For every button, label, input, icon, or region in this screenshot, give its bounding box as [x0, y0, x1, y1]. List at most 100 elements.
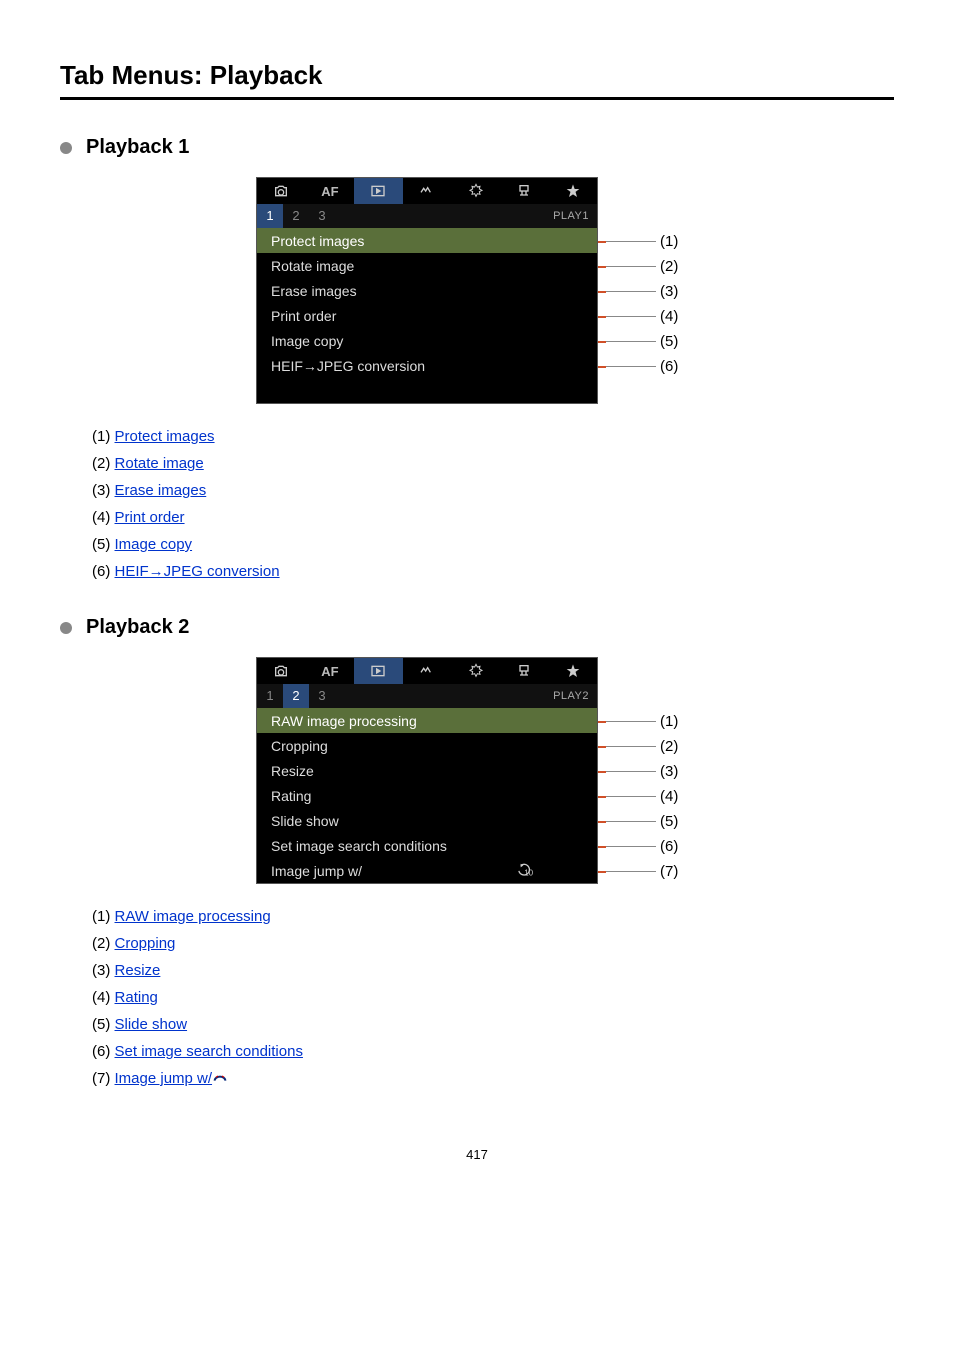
menu-item[interactable]: RAW image processing	[257, 708, 597, 733]
menu-item[interactable]: Set image search conditions	[257, 833, 597, 858]
callout: (1)	[598, 709, 678, 734]
cross-ref-link[interactable]: Cropping	[115, 935, 176, 952]
callout-column: (1)(2)(3)(4)(5)(6)	[598, 177, 698, 404]
list-item: (5) Image copy	[92, 536, 894, 553]
cross-ref-link[interactable]: Image copy	[115, 536, 193, 553]
callout-column: (1)(2)(3)(4)(5)(6)(7)	[598, 657, 698, 884]
menu-item-label: Set image search conditions	[271, 839, 447, 853]
link-number: (4)	[92, 509, 110, 526]
callout: (4)	[598, 304, 678, 329]
subpage-tab-3[interactable]: 3	[309, 204, 335, 228]
cross-ref-link[interactable]: HEIF→JPEG conversion	[115, 563, 280, 580]
cross-ref-link[interactable]: Print order	[115, 509, 185, 526]
cross-ref-link[interactable]: Rating	[115, 989, 158, 1006]
list-item: (3) Erase images	[92, 482, 894, 499]
top-tab-star[interactable]	[548, 658, 597, 684]
page-number: 417	[60, 1147, 894, 1162]
cross-ref-link[interactable]: Resize	[115, 962, 161, 979]
top-tab-playback[interactable]	[354, 178, 403, 204]
callout: (1)	[598, 229, 678, 254]
top-tab-setup[interactable]	[451, 178, 500, 204]
page-label: PLAY1	[553, 211, 589, 222]
callout: (4)	[598, 784, 678, 809]
menu-item-label: Rating	[271, 789, 311, 803]
callout: (5)	[598, 809, 678, 834]
menu-item[interactable]: Slide show	[257, 808, 597, 833]
callout: (6)	[598, 834, 678, 859]
cross-ref-link[interactable]: Image jump w/	[115, 1070, 229, 1087]
subpage-tab-3[interactable]: 3	[309, 684, 335, 708]
menu-item[interactable]: HEIF→JPEG conversion	[257, 353, 597, 378]
top-tab-star[interactable]	[548, 178, 597, 204]
list-item: (6) Set image search conditions	[92, 1043, 894, 1060]
menu-item-label: Image copy	[271, 334, 343, 348]
top-tab-camera[interactable]	[257, 178, 306, 204]
subpage-tab-1[interactable]: 1	[257, 684, 283, 708]
list-item: (1) RAW image processing	[92, 908, 894, 925]
camera-menu-screenshot: AF 123 PLAY2 RAW image processing Cropping Re…	[256, 657, 598, 884]
callout: (3)	[598, 759, 678, 784]
subpage-tab-2[interactable]: 2	[283, 684, 309, 708]
menu-item-label: Print order	[271, 309, 336, 323]
list-item: (3) Resize	[92, 962, 894, 979]
callout: (5)	[598, 329, 678, 354]
top-tab-setup[interactable]	[451, 658, 500, 684]
link-list: (1) RAW image processing (2) Cropping (3) …	[92, 908, 894, 1087]
list-item: (7) Image jump w/	[92, 1070, 894, 1087]
svg-text:10: 10	[524, 868, 533, 877]
menu-item-label: HEIF→JPEG conversion	[271, 359, 425, 373]
top-tab-playback[interactable]	[354, 658, 403, 684]
top-tab-camera[interactable]	[257, 658, 306, 684]
cross-ref-link[interactable]: Erase images	[115, 482, 207, 499]
menu-item[interactable]: Cropping	[257, 733, 597, 758]
list-item: (2) Cropping	[92, 935, 894, 952]
page-label: PLAY2	[553, 691, 589, 702]
list-item: (4) Rating	[92, 989, 894, 1006]
cross-ref-link[interactable]: Protect images	[115, 428, 215, 445]
top-tab-wireless[interactable]	[403, 658, 452, 684]
menu-item-label: Slide show	[271, 814, 339, 828]
top-tab-wireless[interactable]	[403, 178, 452, 204]
menu-item-label: Protect images	[271, 234, 364, 248]
top-tab-custom[interactable]	[500, 658, 549, 684]
top-tab-custom[interactable]	[500, 178, 549, 204]
list-item: (6) HEIF→JPEG conversion	[92, 563, 894, 580]
bullet-icon	[60, 142, 72, 154]
menu-item[interactable]: Erase images	[257, 278, 597, 303]
section-heading: Playback 1	[60, 136, 894, 159]
cross-ref-link[interactable]: Set image search conditions	[115, 1043, 303, 1060]
cross-ref-link[interactable]: Rotate image	[115, 455, 204, 472]
list-item: (4) Print order	[92, 509, 894, 526]
main-dial-icon	[212, 1070, 228, 1087]
menu-item-label: Image jump w/	[271, 864, 362, 878]
menu-item-label: Resize	[271, 764, 314, 778]
callout: (7)	[598, 859, 678, 884]
menu-item-value-icon: 10	[515, 862, 537, 880]
subpage-tab-1[interactable]: 1	[257, 204, 283, 228]
menu-item[interactable]: Image jump w/10	[257, 858, 597, 883]
section-title: Playback 1	[86, 136, 189, 159]
cross-ref-link[interactable]: RAW image processing	[115, 908, 271, 925]
menu-item[interactable]: Resize	[257, 758, 597, 783]
menu-item-empty	[257, 378, 597, 403]
menu-item-label: Erase images	[271, 284, 357, 298]
section-title: Playback 2	[86, 616, 189, 639]
link-number: (7)	[92, 1070, 110, 1087]
top-tab-AF[interactable]: AF	[306, 658, 355, 684]
menu-item[interactable]: Rating	[257, 783, 597, 808]
menu-item-label: RAW image processing	[271, 714, 417, 728]
list-item: (2) Rotate image	[92, 455, 894, 472]
subpage-tab-2[interactable]: 2	[283, 204, 309, 228]
menu-item[interactable]: Rotate image	[257, 253, 597, 278]
menu-item[interactable]: Image copy	[257, 328, 597, 353]
link-number: (3)	[92, 482, 110, 499]
menu-item[interactable]: Protect images	[257, 228, 597, 253]
cross-ref-link[interactable]: Slide show	[115, 1016, 188, 1033]
link-number: (2)	[92, 935, 110, 952]
top-tab-AF[interactable]: AF	[306, 178, 355, 204]
list-item: (5) Slide show	[92, 1016, 894, 1033]
callout: (6)	[598, 354, 678, 379]
link-number: (4)	[92, 989, 110, 1006]
menu-item[interactable]: Print order	[257, 303, 597, 328]
link-number: (6)	[92, 563, 110, 580]
